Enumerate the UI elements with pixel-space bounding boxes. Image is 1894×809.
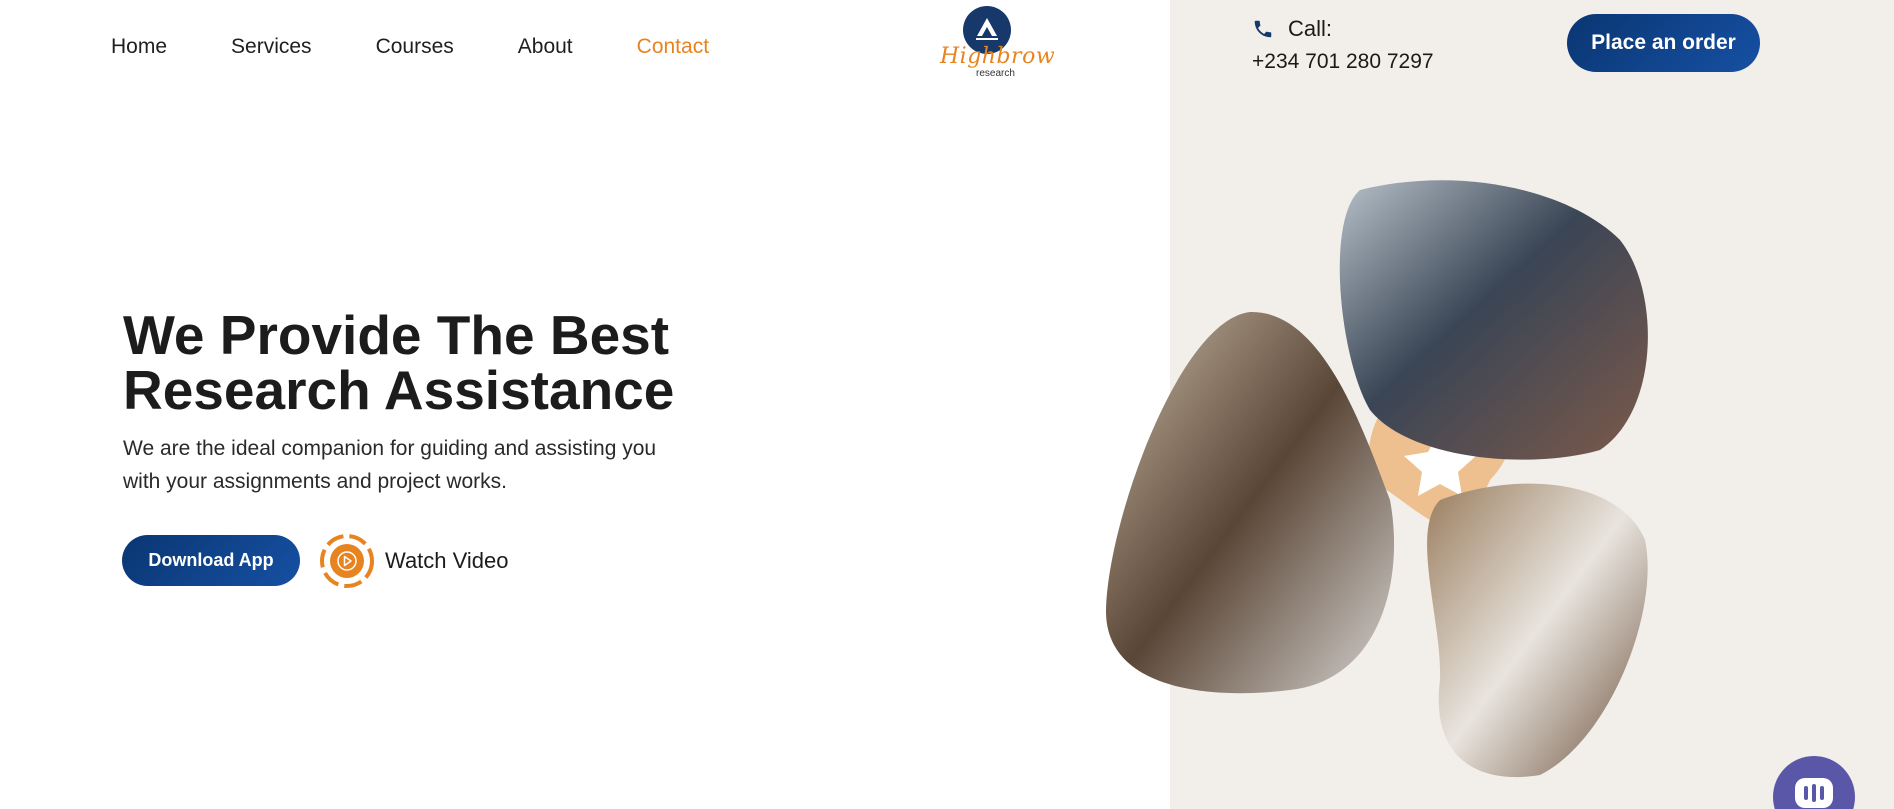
logo-sub-text: research	[976, 68, 1015, 79]
library-reader-photo	[1427, 483, 1648, 778]
nav-home[interactable]: Home	[111, 30, 167, 64]
phone-icon	[1254, 20, 1272, 38]
place-order-button[interactable]: Place an order	[1567, 14, 1760, 72]
nav-contact[interactable]: Contact	[637, 30, 709, 64]
hero-title: We Provide The Best Research Assistance	[123, 308, 743, 418]
landing-page: Home Services Courses About Contact High…	[0, 0, 1894, 809]
hero-image-collage	[1100, 160, 1760, 790]
phone-number[interactable]: +234 701 280 7297	[1252, 50, 1434, 74]
download-app-button[interactable]: Download App	[122, 535, 300, 586]
team-laptop-photo	[1339, 180, 1648, 460]
watch-video-button[interactable]: Watch Video	[319, 533, 509, 589]
watch-video-label: Watch Video	[385, 548, 509, 573]
logo-brand-text: Highbrow	[940, 44, 1056, 69]
nav-services[interactable]: Services	[231, 30, 312, 64]
play-icon	[320, 534, 374, 588]
hero-title-line-1: We Provide The Best	[123, 304, 670, 366]
call-label: Call:	[1288, 16, 1333, 41]
chat-widget-button[interactable]	[1773, 756, 1855, 809]
chat-icon	[1795, 778, 1833, 808]
hero-title-line-2: Research Assistance	[123, 359, 675, 421]
call-info: Call: +234 701 280 7297	[1252, 16, 1434, 74]
main-nav: Home Services Courses About Contact	[111, 30, 773, 64]
student-headphones-photo	[1105, 311, 1395, 694]
site-logo[interactable]: Highbrow research	[936, 6, 1055, 82]
nav-courses[interactable]: Courses	[376, 30, 454, 64]
hero-subtitle: We are the ideal companion for guiding a…	[123, 437, 657, 493]
nav-about[interactable]: About	[518, 30, 573, 64]
